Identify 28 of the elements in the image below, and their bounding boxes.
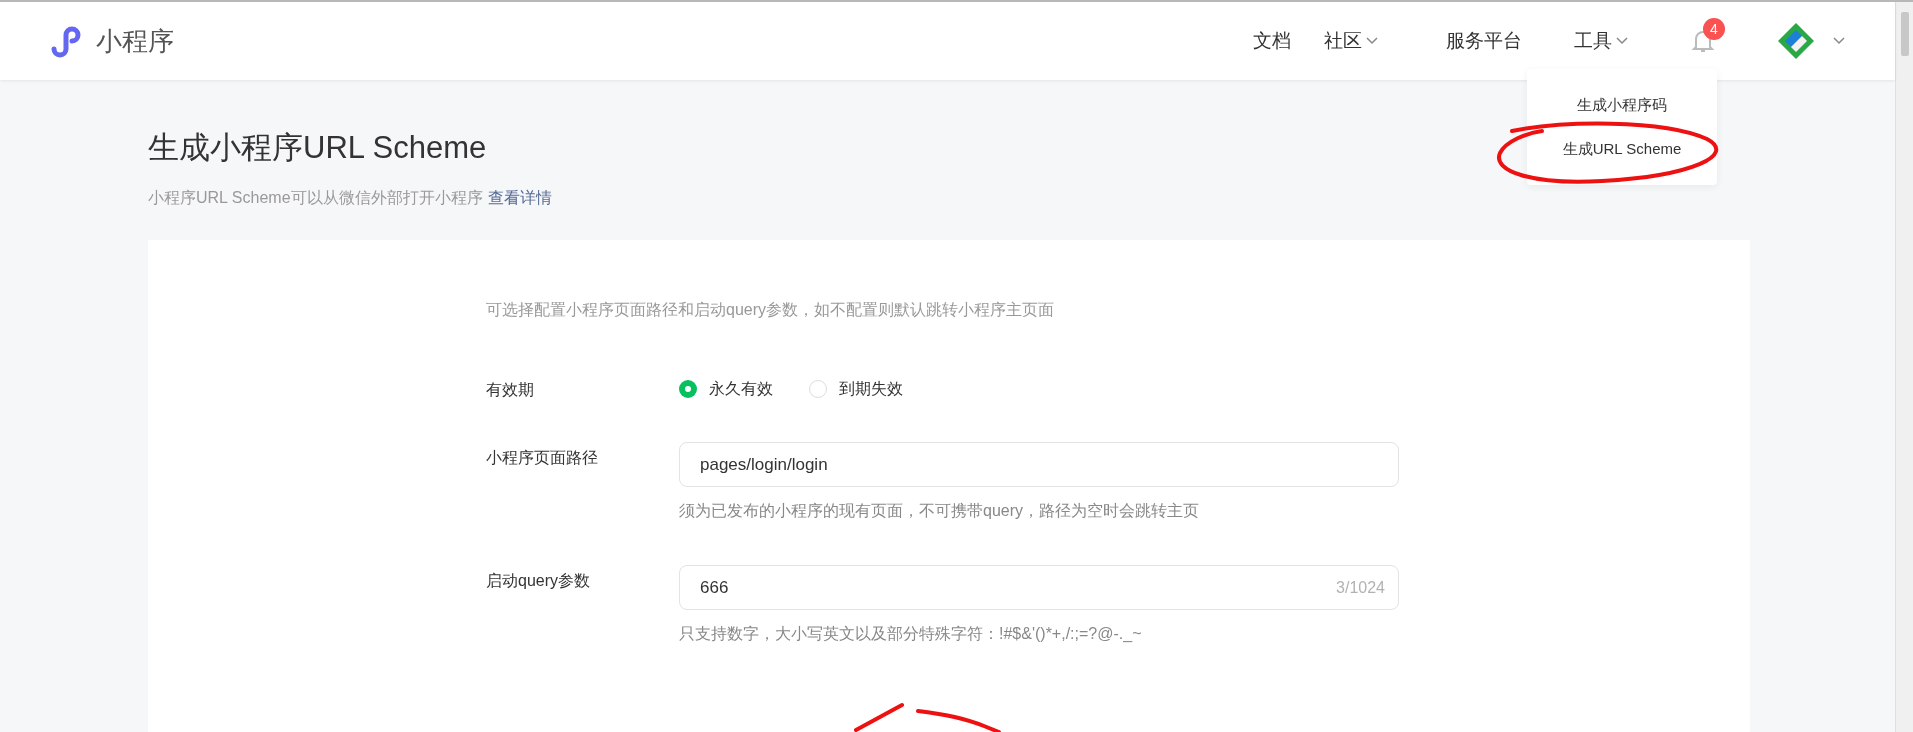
field-help-text: 只支持数字，大小写英文以及部分特殊字符：!#$&'()*+,/:;=?@-._~ (679, 624, 1143, 644)
radio-button[interactable] (809, 380, 827, 398)
field-label: 启动query参数 (486, 571, 592, 591)
nav-link[interactable]: 服务平台 (1446, 26, 1522, 56)
field-help-text: 须为已发布的小程序的现有页面，不可携带query，路径为空时会跳转主页 (679, 501, 1201, 521)
details-link[interactable]: 查看详情 (487, 189, 552, 206)
nav-link[interactable]: 社区 (1324, 26, 1378, 56)
nav-link[interactable]: 工具 (1574, 26, 1628, 56)
chevron-down-icon (1616, 37, 1628, 45)
character-counter: 3/1024 (1336, 578, 1385, 598)
chevron-down-icon (1833, 37, 1845, 45)
field-label: 有效期 (486, 380, 535, 400)
page-subtitle: 小程序URL Scheme可以从微信外部打开小程序 (148, 189, 483, 206)
page-title: 生成小程序URL Scheme (148, 129, 487, 167)
account-avatar-icon[interactable] (1777, 22, 1815, 60)
radio-option[interactable]: 永久有效 (679, 377, 773, 401)
form-intro: 可选择配置小程序页面路径和启动query参数，如不配置则默认跳转小程序主页面 (486, 300, 1056, 320)
nav-link[interactable]: 文档 (1253, 26, 1291, 56)
radio-option[interactable]: 到期失效 (809, 377, 903, 401)
menu-item[interactable]: 生成URL Scheme (1562, 137, 1682, 161)
field-label: 小程序页面路径 (486, 448, 599, 468)
text-input-field[interactable]: pages/login/login (679, 442, 1399, 487)
logo-text: 小程序 (96, 24, 174, 58)
notification-badge: 4 (1703, 18, 1725, 40)
radio-button[interactable] (679, 380, 697, 398)
scrollbar[interactable] (1895, 2, 1913, 732)
chevron-down-icon (1366, 37, 1378, 45)
menu-item[interactable]: 生成小程序码 (1577, 93, 1667, 117)
